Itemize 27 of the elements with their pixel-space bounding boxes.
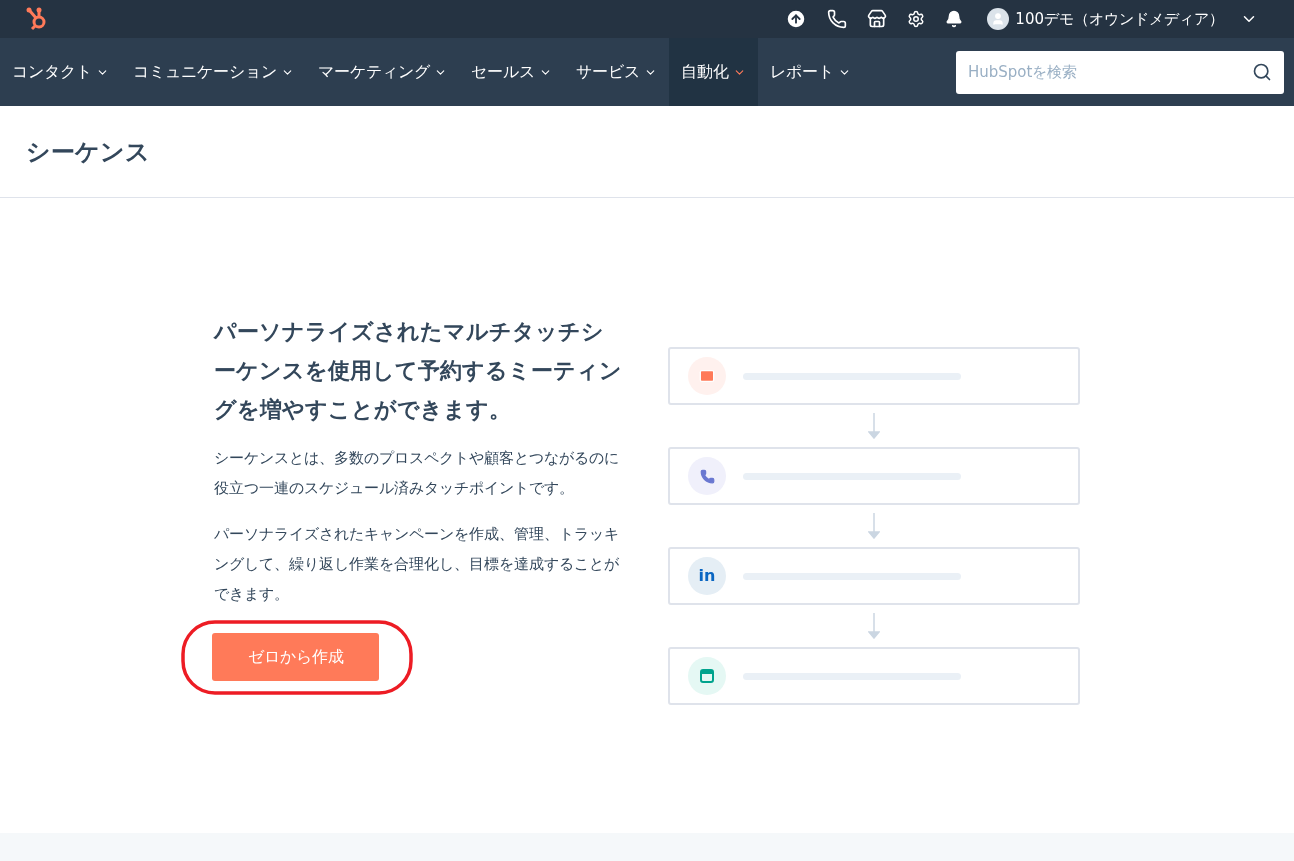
headline: パーソナライズされたマルチタッチシーケンスを使用して予約するミーティングを増やすことができます。 — [214, 318, 623, 424]
description-text: パーソナライズされたキャンペーンを作成、管理、トラッキングして、繰り返し作業を合理化し、目標を達成することができます。 — [214, 524, 620, 605]
notifications-icon[interactable] — [945, 10, 964, 28]
down-arrow-icon — [868, 413, 880, 439]
search-icon[interactable] — [1252, 61, 1272, 82]
nav-tab[interactable]: セールス — [459, 38, 564, 106]
linkedin-icon: in — [688, 557, 726, 595]
envelope-icon — [688, 357, 726, 395]
avatar-icon — [987, 8, 1010, 30]
nav-tab[interactable]: サービス — [564, 38, 669, 106]
upgrade-icon[interactable] — [785, 8, 808, 30]
phone-icon — [688, 457, 726, 495]
down-arrow-icon — [868, 513, 880, 539]
account-menu[interactable]: 100デモ（オウンドメディア） — [987, 7, 1258, 31]
calendar-icon — [688, 657, 726, 695]
nav-tab[interactable]: コンタクト — [0, 38, 121, 106]
nav-tab[interactable]: レポート — [758, 38, 863, 106]
down-arrow-icon — [868, 613, 880, 639]
nav-tab[interactable]: 自動化 — [669, 38, 758, 106]
page-title: シーケンス — [26, 136, 150, 168]
nav-tab[interactable]: マーケティング — [306, 38, 459, 106]
marketplace-icon[interactable] — [867, 9, 888, 29]
nav-tab[interactable]: コミュニケーション — [121, 38, 306, 106]
settings-icon[interactable] — [907, 10, 926, 28]
description-text: シーケンスとは、多数のプロスペクトや顧客とつながるのに役立つ一連のスケジュール済みタッチポイントです。 — [214, 448, 620, 499]
search-field[interactable]: HubSpotを検索 — [956, 50, 1284, 94]
calling-icon[interactable] — [827, 9, 848, 29]
